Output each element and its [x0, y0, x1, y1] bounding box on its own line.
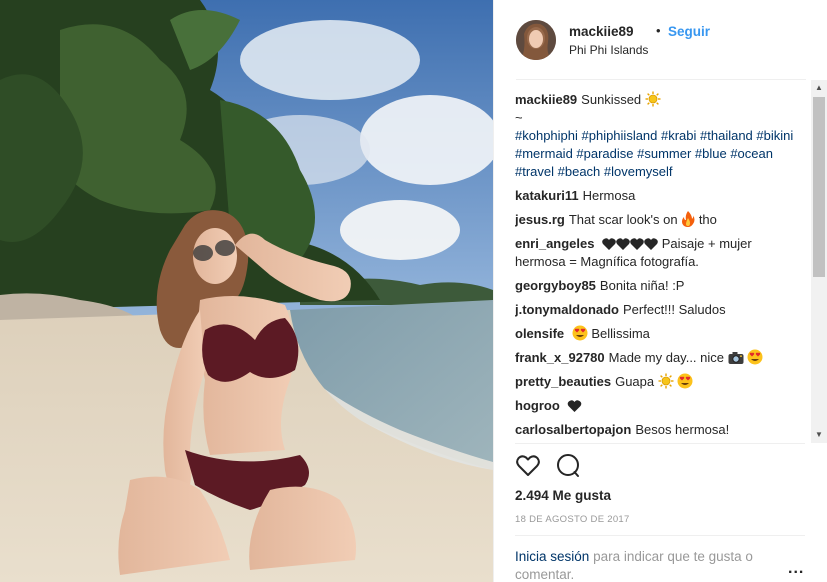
- comment-row: j.tonymaldonado Perfect!!! Saludos: [515, 301, 805, 319]
- comment-username[interactable]: j.tonymaldonado: [515, 302, 619, 317]
- comment-username[interactable]: frank_x_92780: [515, 350, 605, 365]
- action-bar: [515, 453, 805, 481]
- comment-username[interactable]: pretty_beauties: [515, 374, 611, 389]
- caption-text: Sunkissed: [581, 92, 642, 107]
- divider: [515, 535, 805, 536]
- comment-username[interactable]: georgyboy85: [515, 278, 596, 293]
- comment-text: Bellissima: [591, 326, 650, 341]
- caption-username[interactable]: mackiie89: [515, 92, 577, 107]
- comment-username[interactable]: olensife: [515, 326, 564, 341]
- scroll-down-arrow-icon[interactable]: ▼: [811, 427, 827, 443]
- comment-row: katakuri11 Hermosa: [515, 187, 805, 205]
- login-prompt: Inicia sesión para indicar que te gusta …: [515, 548, 775, 582]
- fire-emoji-icon: [681, 211, 695, 227]
- heart-eyes-emoji-icon: [572, 325, 588, 341]
- follow-button[interactable]: Seguir: [668, 24, 710, 39]
- post-header: mackiie89 • Seguir Phi Phi Islands: [516, 18, 806, 64]
- sun-emoji-icon: [658, 373, 674, 389]
- comments-scrollbar[interactable]: ▲ ▼: [811, 80, 827, 443]
- comment-text: Bonita niña! :P: [599, 278, 685, 293]
- heart-eyes-emoji-icon: [747, 349, 763, 365]
- comment-username[interactable]: jesus.rg: [515, 212, 565, 227]
- comment-row: olensife Bellissima: [515, 325, 805, 343]
- like-button[interactable]: [515, 453, 543, 481]
- comment-row: carlosalbertopajon Besos hermosa!: [515, 421, 805, 439]
- post-date: 18 DE AGOSTO DE 2017: [515, 514, 630, 525]
- comment-username[interactable]: enri_angeles: [515, 236, 595, 251]
- beach-photo-image: [0, 0, 493, 582]
- more-options-icon[interactable]: ...: [788, 560, 804, 578]
- header-username[interactable]: mackiie89: [569, 24, 634, 39]
- comment-username[interactable]: carlosalbertopajon: [515, 422, 631, 437]
- caption: mackiie89 Sunkissed ~ #kohphiphi #phiphii…: [515, 91, 805, 181]
- speech-bubble-icon: [557, 454, 579, 477]
- comment-text: Guapa: [615, 374, 655, 389]
- black-hearts-emoji-icon: [602, 237, 658, 251]
- comment-row: hogroo: [515, 397, 805, 415]
- caption-hashtags[interactable]: #kohphiphi #phiphiisland #krabi #thailan…: [515, 127, 805, 181]
- comment-text: Made my day... nice: [608, 350, 725, 365]
- divider: [515, 443, 805, 444]
- scroll-thumb[interactable]: [813, 97, 825, 277]
- comment-row: enri_angeles Paisaje + mujer hermosa = M…: [515, 235, 805, 271]
- sun-emoji-icon: [645, 91, 661, 107]
- scroll-up-arrow-icon[interactable]: ▲: [811, 80, 827, 96]
- comments-list: mackiie89 Sunkissed ~ #kohphiphi #phiphii…: [515, 91, 805, 443]
- comment-text: Perfect!!! Saludos: [623, 302, 726, 317]
- comment-text: That scar look's on: [568, 212, 678, 227]
- comment-text: Hermosa: [582, 188, 636, 203]
- comment-text: Besos hermosa!: [635, 422, 730, 437]
- comment-username[interactable]: hogroo: [515, 398, 560, 413]
- comment-username[interactable]: katakuri11: [515, 188, 579, 203]
- black-heart-emoji-icon: [567, 399, 582, 413]
- comment-row: pretty_beauties Guapa: [515, 373, 805, 391]
- caption-tilde: ~: [515, 110, 523, 125]
- post-photo: [0, 0, 493, 582]
- comment-button[interactable]: [555, 453, 583, 481]
- comment-row: frank_x_92780 Made my day... nice: [515, 349, 805, 367]
- divider: [516, 79, 806, 80]
- comment-text-after: tho: [698, 212, 717, 227]
- comment-row: jesus.rg That scar look's on tho: [515, 211, 805, 229]
- heart-eyes-emoji-icon: [677, 373, 693, 389]
- heart-outline-icon: [516, 455, 540, 476]
- comment-row: georgyboy85 Bonita niña! :P: [515, 277, 805, 295]
- avatar[interactable]: [516, 20, 556, 60]
- camera-emoji-icon: [728, 351, 744, 365]
- login-link[interactable]: Inicia sesión: [515, 549, 589, 564]
- likes-count[interactable]: 2.494 Me gusta: [515, 488, 611, 503]
- header-separator: •: [656, 23, 661, 38]
- location-link[interactable]: Phi Phi Islands: [569, 43, 648, 57]
